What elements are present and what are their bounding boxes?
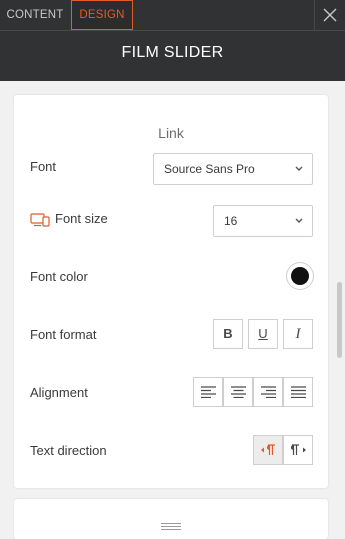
bold-icon: B — [223, 326, 233, 341]
close-button[interactable] — [314, 0, 345, 30]
rtl-direction-button[interactable] — [253, 435, 283, 465]
font-size-label: Font size — [55, 211, 108, 226]
align-center-button[interactable] — [223, 377, 253, 407]
align-center-icon — [231, 386, 246, 398]
ltr-paragraph-icon — [291, 444, 306, 455]
scrollbar-thumb[interactable] — [337, 282, 342, 358]
rtl-paragraph-icon — [261, 444, 275, 455]
close-icon — [323, 8, 337, 22]
align-right-icon — [261, 386, 276, 398]
font-select-value: Source Sans Pro — [164, 162, 255, 176]
align-justify-icon — [291, 386, 306, 398]
underline-button[interactable]: U — [248, 319, 278, 349]
next-settings-panel — [14, 499, 328, 539]
align-justify-button[interactable] — [283, 377, 313, 407]
settings-panel: Link Font Source Sans Pro Font size 16 F… — [14, 95, 328, 488]
chevron-down-icon — [295, 166, 303, 171]
font-select[interactable]: Source Sans Pro — [153, 153, 313, 185]
underline-icon: U — [258, 326, 268, 341]
section-title: Link — [158, 125, 184, 141]
alignment-label: Alignment — [30, 385, 88, 400]
tab-content[interactable]: CONTENT — [0, 0, 70, 30]
align-right-button[interactable] — [253, 377, 283, 407]
font-size-value: 16 — [224, 214, 238, 228]
font-color-picker[interactable] — [287, 263, 313, 289]
italic-icon: I — [295, 326, 301, 342]
italic-button[interactable]: I — [283, 319, 313, 349]
font-color-label: Font color — [30, 269, 88, 284]
resize-grip-icon[interactable] — [161, 523, 181, 531]
text-direction-label: Text direction — [30, 443, 107, 458]
top-bar: CONTENT DESIGN FILM SLIDER — [0, 0, 345, 81]
responsive-devices-icon[interactable] — [30, 213, 50, 227]
align-left-icon — [201, 386, 216, 398]
font-label: Font — [30, 159, 57, 174]
tab-design[interactable]: DESIGN — [71, 0, 133, 30]
chevron-down-icon — [295, 218, 303, 223]
tab-row: CONTENT DESIGN — [0, 0, 345, 31]
font-size-select[interactable]: 16 — [213, 205, 313, 237]
font-color-swatch — [291, 267, 309, 285]
align-left-button[interactable] — [193, 377, 223, 407]
bold-button[interactable]: B — [213, 319, 243, 349]
font-format-label: Font format — [30, 327, 97, 342]
panel-title: FILM SLIDER — [121, 44, 224, 61]
ltr-direction-button[interactable] — [283, 435, 313, 465]
